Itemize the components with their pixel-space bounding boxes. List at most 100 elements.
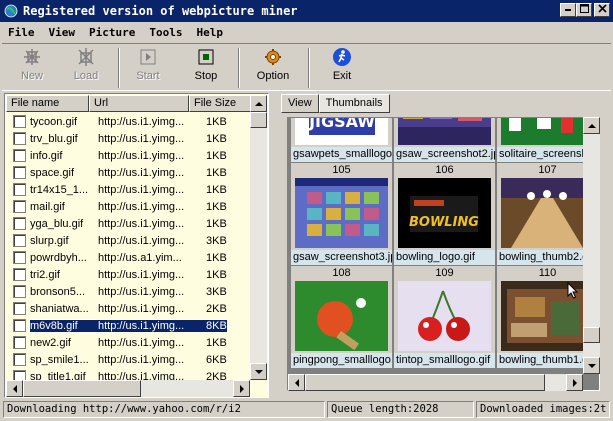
maximize-button[interactable] bbox=[576, 3, 592, 17]
table-row[interactable]: bronson5... http://us.i1.yimg... 3KB bbox=[6, 283, 251, 300]
load-label: Load bbox=[73, 70, 99, 82]
row-checkbox[interactable] bbox=[13, 132, 26, 145]
thumbnail-image bbox=[501, 178, 594, 248]
row-checkbox[interactable] bbox=[13, 149, 26, 162]
scroll-right-button[interactable] bbox=[566, 374, 583, 391]
row-checkbox[interactable] bbox=[13, 319, 26, 332]
status-downloading: Downloading http://www.yahoo.com/r/i2 bbox=[3, 401, 325, 418]
table-row[interactable]: tri2.gif http://us.i1.yimg... 1KB bbox=[6, 266, 251, 283]
table-row[interactable]: info.gif http://us.i1.yimg... 1KB bbox=[6, 147, 251, 164]
table-row[interactable]: tr14x15_1... http://us.i1.yimg... 1KB bbox=[6, 181, 251, 198]
scroll-thumb[interactable] bbox=[583, 327, 600, 343]
thumbnail-caption: pingpong_smalllogo.gif bbox=[291, 353, 392, 368]
scroll-down-button[interactable] bbox=[583, 357, 600, 374]
status-bar: Downloading http://www.yahoo.com/r/i2 Qu… bbox=[0, 400, 613, 419]
scroll-up-button[interactable] bbox=[250, 95, 267, 112]
menu-file[interactable]: File bbox=[0, 26, 41, 39]
table-row[interactable]: shaniatwa... http://us.i1.yimg... 2KB bbox=[6, 300, 251, 317]
cell-file-size: 3KB bbox=[206, 234, 227, 247]
down-arrow-icon bbox=[254, 369, 263, 374]
list-horizontal-scrollbar[interactable] bbox=[6, 380, 250, 397]
cell-file-size: 1KB bbox=[206, 268, 227, 281]
row-checkbox[interactable] bbox=[13, 115, 26, 128]
row-checkbox[interactable] bbox=[13, 336, 26, 349]
table-row[interactable]: mail.gif http://us.i1.yimg... 1KB bbox=[6, 198, 251, 215]
table-row[interactable]: m6v8b.gif http://us.i1.yimg... 8KB bbox=[6, 317, 251, 334]
thumbnail-item[interactable]: 106 BOWLING bowling_logo.gif bbox=[394, 163, 495, 265]
thumbnail-caption: gsaw_screenshot2.jpg bbox=[394, 147, 495, 162]
new-button[interactable]: New bbox=[12, 46, 52, 88]
table-row[interactable]: slurp.gif http://us.i1.yimg... 3KB bbox=[6, 232, 251, 249]
cell-file-name: powrdbyh... bbox=[30, 251, 87, 264]
option-button[interactable]: Option bbox=[252, 46, 294, 88]
tab-view[interactable]: View bbox=[281, 94, 319, 113]
cell-file-size: 2KB bbox=[206, 302, 227, 315]
cell-file-name: space.gif bbox=[30, 166, 75, 179]
table-row[interactable]: tycoon.gif http://us.i1.yimg... 1KB bbox=[6, 113, 251, 130]
thumbnail-item[interactable]: 109 tintop_smalllogo.gif bbox=[394, 266, 495, 368]
cell-url: http://us.i1.yimg... bbox=[98, 302, 185, 315]
table-row[interactable]: yga_blu.gif http://us.i1.yimg... 1KB bbox=[6, 215, 251, 232]
scroll-thumb[interactable] bbox=[23, 380, 141, 397]
table-row[interactable]: powrdbyh... http://us.a1.yim... 1KB bbox=[6, 249, 251, 266]
scroll-right-button[interactable] bbox=[233, 380, 250, 397]
cell-url: http://us.i1.yimg... bbox=[98, 234, 185, 247]
list-vertical-scrollbar[interactable] bbox=[250, 95, 267, 380]
row-checkbox[interactable] bbox=[13, 353, 26, 366]
cell-url: http://us.i1.yimg... bbox=[96, 319, 198, 332]
load-icon bbox=[74, 46, 98, 68]
row-checkbox[interactable] bbox=[13, 183, 26, 196]
thumbnail-item[interactable]: 105 gsaw_screenshot3.jpg bbox=[291, 163, 392, 265]
menu-picture[interactable]: Picture bbox=[81, 26, 141, 39]
cell-url: http://us.i1.yimg... bbox=[98, 115, 185, 128]
tab-thumbnails[interactable]: Thumbnails bbox=[318, 94, 390, 113]
scroll-thumb[interactable] bbox=[305, 374, 545, 391]
menu-tools[interactable]: Tools bbox=[141, 26, 188, 39]
row-checkbox[interactable] bbox=[13, 234, 26, 247]
app-globe-icon bbox=[3, 3, 19, 19]
start-button[interactable]: Start bbox=[128, 46, 168, 88]
column-header-file-name[interactable]: File name bbox=[6, 95, 89, 112]
table-row[interactable]: new2.gif http://us.i1.yimg... 1KB bbox=[6, 334, 251, 351]
scroll-left-button[interactable] bbox=[6, 380, 23, 397]
thumbnail-caption: gsawpets_smalllogo.gif bbox=[291, 147, 392, 162]
thumbnail-image: JIGSAW bbox=[295, 117, 388, 145]
gallery-vertical-scrollbar[interactable] bbox=[583, 117, 600, 374]
load-button[interactable]: Load bbox=[66, 46, 106, 88]
scroll-down-button[interactable] bbox=[250, 363, 267, 380]
thumbnail-index: 106 bbox=[435, 164, 454, 176]
menu-help[interactable]: Help bbox=[188, 26, 229, 39]
exit-button[interactable]: Exit bbox=[322, 46, 362, 88]
close-button[interactable] bbox=[594, 3, 610, 17]
thumbnail-image: BOWLING bbox=[398, 178, 491, 248]
file-list[interactable]: File name Url File Size tycoon.gif http:/… bbox=[4, 93, 269, 398]
row-checkbox[interactable] bbox=[13, 268, 26, 281]
column-header-url[interactable]: Url bbox=[89, 95, 189, 112]
minimize-button[interactable] bbox=[560, 3, 576, 17]
table-row[interactable]: space.gif http://us.i1.yimg... 1KB bbox=[6, 164, 251, 181]
menu-view[interactable]: View bbox=[41, 26, 82, 39]
cell-file-name: bronson5... bbox=[30, 285, 86, 298]
column-header-file-size[interactable]: File Size bbox=[189, 95, 251, 112]
view-tabs: View Thumbnails bbox=[281, 94, 390, 114]
scroll-up-button[interactable] bbox=[583, 117, 600, 134]
thumbnail-item[interactable]: gsaw_screenshot2.jpg bbox=[394, 118, 495, 162]
row-checkbox[interactable] bbox=[13, 217, 26, 230]
thumbnail-item[interactable]: 108 pingpong_smalllogo.gif bbox=[291, 266, 392, 368]
row-checkbox[interactable] bbox=[13, 251, 26, 264]
thumbnail-gallery[interactable]: JIGSAW gsawpets_smalllogo.gifgsaw_screens… bbox=[287, 117, 600, 391]
svg-text:JIGSAW: JIGSAW bbox=[308, 117, 375, 131]
new-icon bbox=[20, 46, 44, 68]
row-checkbox[interactable] bbox=[13, 200, 26, 213]
left-arrow-icon bbox=[12, 384, 17, 393]
row-checkbox[interactable] bbox=[13, 166, 26, 179]
row-checkbox[interactable] bbox=[13, 285, 26, 298]
stop-button[interactable]: Stop bbox=[186, 46, 226, 88]
scroll-thumb[interactable] bbox=[250, 112, 267, 128]
thumbnail-item[interactable]: JIGSAW gsawpets_smalllogo.gif bbox=[291, 117, 392, 162]
row-checkbox[interactable] bbox=[13, 302, 26, 315]
gallery-horizontal-scrollbar[interactable] bbox=[288, 374, 583, 391]
table-row[interactable]: trv_blu.gif http://us.i1.yimg... 1KB bbox=[6, 130, 251, 147]
scroll-left-button[interactable] bbox=[288, 374, 305, 391]
table-row[interactable]: sp_smile1... http://us.i1.yimg... 6KB bbox=[6, 351, 251, 368]
